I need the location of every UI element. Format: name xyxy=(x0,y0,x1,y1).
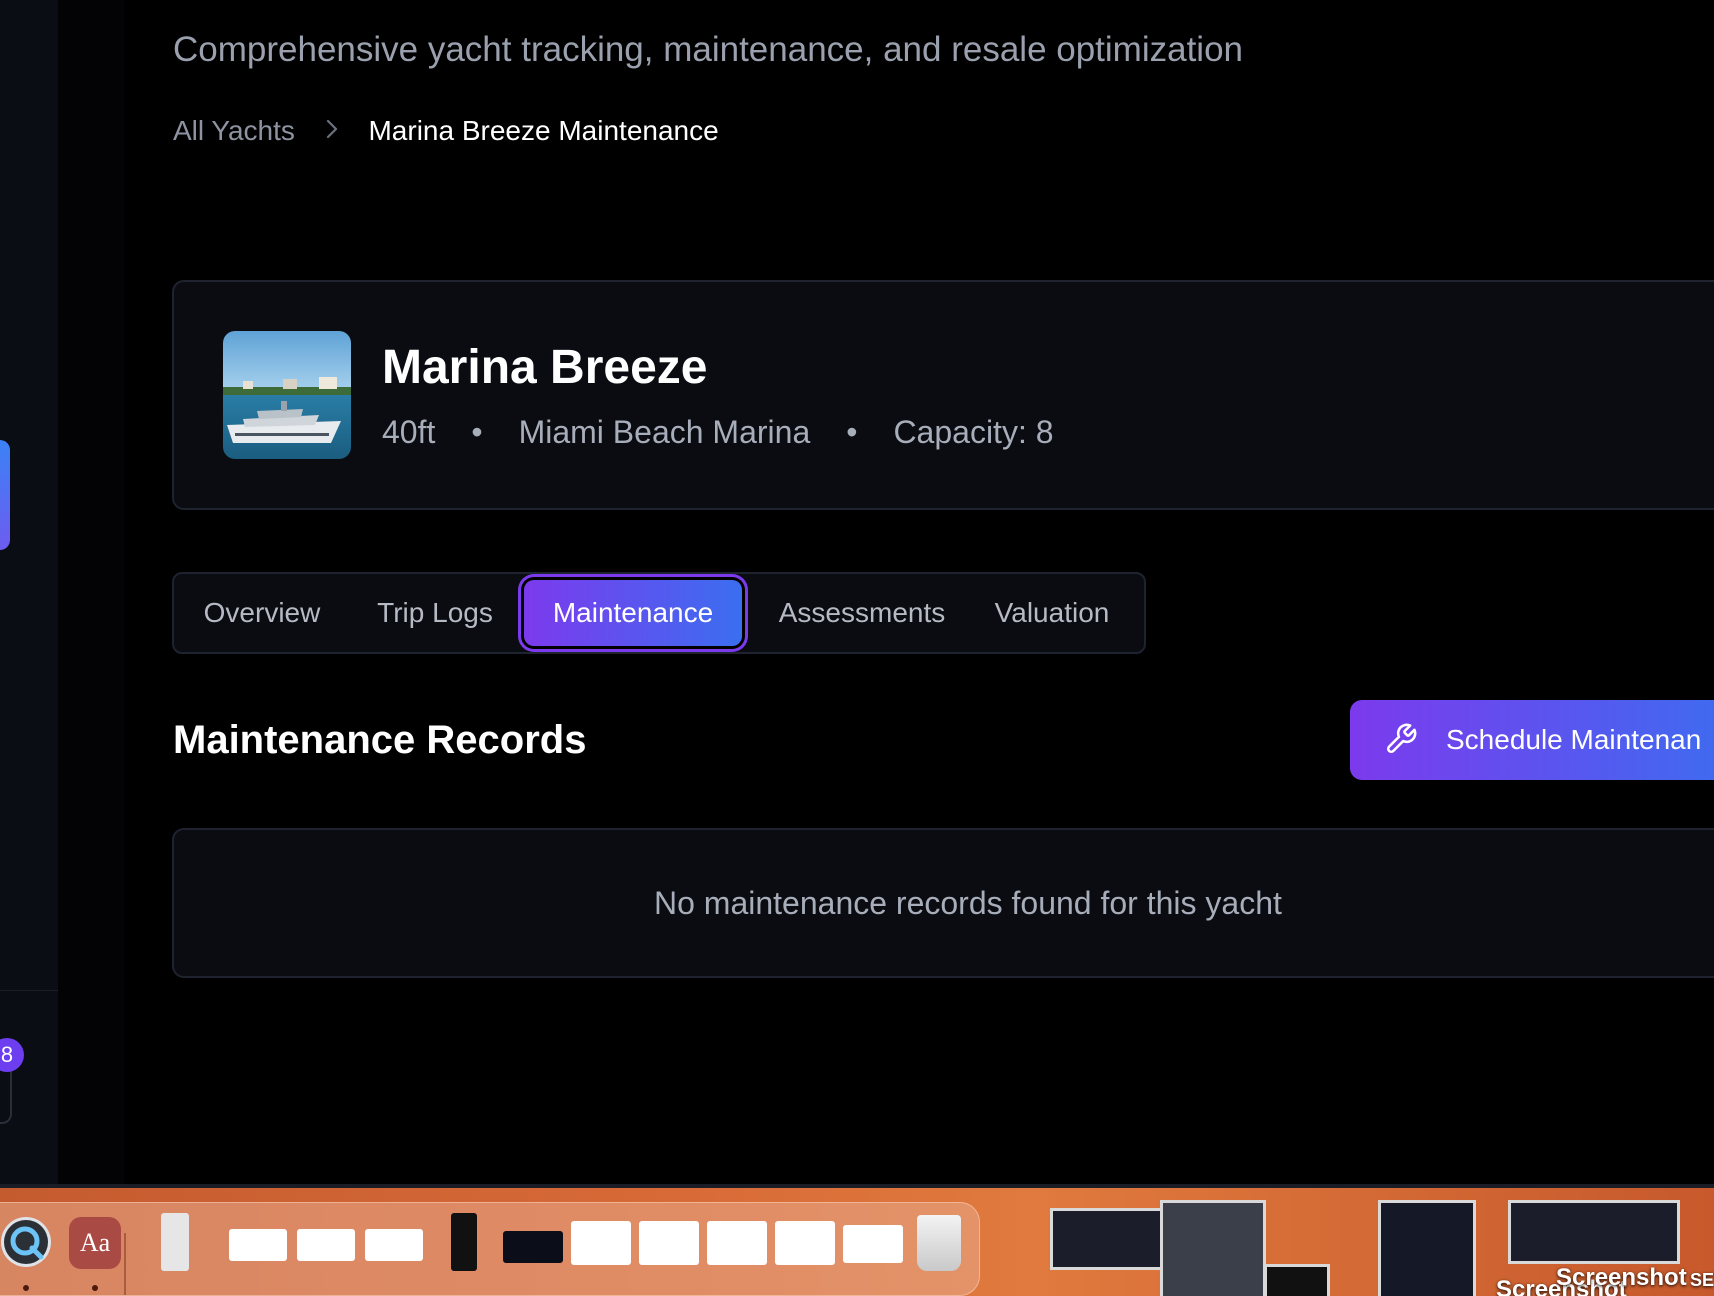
yacht-length: 40ft xyxy=(382,414,436,450)
dictionary-icon[interactable]: Aa xyxy=(69,1217,121,1269)
maintenance-records-list: No maintenance records found for this ya… xyxy=(172,828,1714,978)
window-thumbnail[interactable] xyxy=(365,1229,423,1261)
window-thumbnail[interactable] xyxy=(229,1229,287,1261)
document-icon[interactable] xyxy=(161,1213,189,1271)
yacht-photo xyxy=(223,331,351,459)
yacht-summary-card: Marina Breeze 40ft • Miami Beach Marina • Ca… xyxy=(172,280,1714,510)
desktop-file-label: SEV xyxy=(1690,1270,1714,1290)
sidebar: 8 xyxy=(0,0,59,1184)
desktop-screenshot-file[interactable] xyxy=(1264,1264,1330,1296)
notification-badge: 8 xyxy=(0,1038,24,1072)
yacht-details: 40ft • Miami Beach Marina • Capacity: 8 xyxy=(382,414,1054,451)
sidebar-divider xyxy=(0,990,58,991)
screen: 8 Comprehensive yacht tracking, maintena… xyxy=(0,0,1714,1296)
breadcrumb-all-yachts[interactable]: All Yachts xyxy=(173,115,295,146)
window-thumbnail[interactable] xyxy=(451,1213,477,1271)
window-thumbnail[interactable] xyxy=(707,1221,767,1265)
tab-assessments[interactable]: Assessments xyxy=(762,574,962,652)
breadcrumb: All Yachts Marina Breeze Maintenance xyxy=(173,115,719,147)
separator-dot: • xyxy=(846,414,858,450)
window-thumbnail[interactable] xyxy=(775,1221,835,1265)
content-gutter xyxy=(58,0,124,1184)
yacht-name: Marina Breeze xyxy=(382,341,708,394)
quicktime-icon[interactable] xyxy=(1,1217,51,1267)
empty-state: No maintenance records found for this ya… xyxy=(174,830,1714,976)
running-indicator xyxy=(23,1285,29,1291)
wrench-icon xyxy=(1384,722,1418,756)
section-title: Maintenance Records xyxy=(173,718,587,762)
sidebar-active-item[interactable] xyxy=(0,440,10,550)
desktop-background: Aa Screenshot Screenshot SEV xyxy=(0,1184,1714,1296)
tab-maintenance[interactable]: Maintenance xyxy=(524,580,742,646)
desktop-screenshot-file[interactable] xyxy=(1160,1200,1266,1296)
page-description: Comprehensive yacht tracking, maintenanc… xyxy=(173,30,1244,69)
empty-state-message: No maintenance records found for this ya… xyxy=(654,885,1282,921)
chevron-right-icon xyxy=(325,115,339,147)
dock: Aa xyxy=(0,1202,980,1296)
dock-divider xyxy=(124,1233,126,1295)
trash-icon[interactable] xyxy=(917,1215,961,1271)
running-indicator xyxy=(92,1285,98,1291)
schedule-maintenance-button[interactable]: Schedule Maintenan xyxy=(1350,700,1714,780)
window-thumbnail[interactable] xyxy=(503,1231,563,1263)
window-bottom-edge xyxy=(0,1184,1714,1188)
desktop-screenshot-file[interactable] xyxy=(1508,1200,1680,1264)
window-thumbnail[interactable] xyxy=(297,1229,355,1261)
schedule-maintenance-label: Schedule Maintenan xyxy=(1446,724,1702,755)
yacht-capacity: Capacity: 8 xyxy=(893,414,1054,450)
window-thumbnail[interactable] xyxy=(571,1221,631,1265)
window-thumbnail[interactable] xyxy=(843,1225,903,1263)
desktop-screenshot-file[interactable] xyxy=(1378,1200,1476,1296)
yacht-tabs: Overview Trip Logs Maintenance Assessmen… xyxy=(172,572,1146,654)
desktop-file-label: Screenshot xyxy=(1556,1264,1687,1291)
tab-valuation[interactable]: Valuation xyxy=(982,574,1122,652)
separator-dot: • xyxy=(471,414,483,450)
tab-overview[interactable]: Overview xyxy=(192,574,332,652)
yacht-marina: Miami Beach Marina xyxy=(518,414,811,450)
breadcrumb-current: Marina Breeze Maintenance xyxy=(368,115,719,146)
window-thumbnail[interactable] xyxy=(639,1221,699,1265)
desktop-screenshot-file[interactable] xyxy=(1050,1208,1166,1270)
tab-trip-logs[interactable]: Trip Logs xyxy=(366,574,504,652)
